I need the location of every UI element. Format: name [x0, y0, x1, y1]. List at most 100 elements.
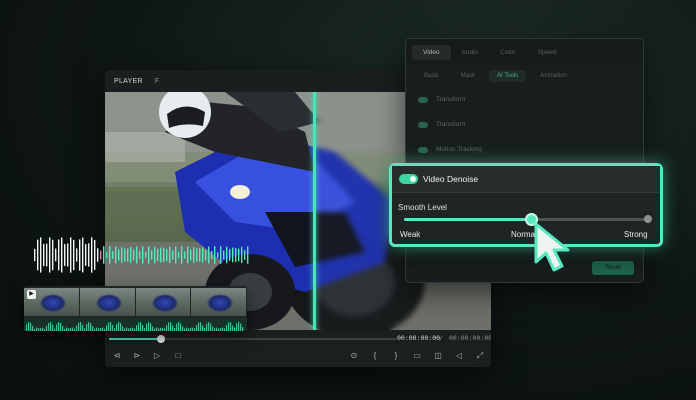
audio-track-bar	[140, 322, 142, 331]
mouse-pointer-icon	[534, 222, 570, 272]
denoise-toggle[interactable]	[399, 174, 418, 184]
waveform-bar	[136, 246, 138, 264]
audio-track-bar	[54, 328, 56, 331]
audio-track-bar	[98, 328, 100, 331]
audio-track-bar	[176, 323, 178, 331]
volume-icon[interactable]: ◁	[453, 350, 465, 362]
video-denoise-card: Video Denoise Smooth Level Weak Normal S…	[389, 163, 663, 247]
audio-track-bar	[210, 323, 212, 331]
waveform-bar	[193, 246, 195, 264]
audio-track-bar	[78, 322, 80, 331]
waveform-bar	[166, 248, 168, 262]
progress-track[interactable]	[109, 335, 396, 343]
fullscreen-icon[interactable]: ⤢	[474, 350, 486, 362]
waveform-bar	[55, 248, 57, 262]
audio-track-bar	[142, 325, 144, 331]
waveform-bar	[223, 250, 225, 260]
waveform-bar	[46, 243, 48, 267]
audio-track-bar	[88, 321, 90, 331]
timeline-clip[interactable]: ▶	[24, 286, 247, 331]
waveform-bar	[148, 246, 150, 264]
stop-icon[interactable]: □	[172, 350, 184, 362]
audio-track-bar	[200, 322, 202, 331]
waveform-bar	[217, 252, 219, 258]
play-icon[interactable]: ▷	[151, 350, 163, 362]
denoise-header: Video Denoise	[392, 166, 660, 193]
clip-thumbnail	[191, 288, 247, 316]
waveform-bar	[73, 239, 75, 271]
waveform-bar	[139, 251, 141, 259]
audio-track-bar	[154, 328, 156, 331]
waveform-bar	[112, 250, 114, 260]
waveform-bar	[88, 243, 90, 267]
waveform-bar	[196, 248, 198, 262]
audio-track-bar	[164, 328, 166, 331]
waveform-bar	[229, 249, 231, 261]
player-title: PLAYER	[114, 77, 143, 85]
playback-bar: 00:00:00:00 / 00:00:00:00 ⊲ ⊳ ▷ □ ⊙ { } …	[105, 330, 491, 367]
audio-track-bar	[30, 322, 32, 331]
audio-track-bar	[144, 328, 146, 331]
audio-track-bar	[84, 328, 86, 331]
total-time: 00:00:00:00	[449, 334, 491, 342]
waveform-bar	[169, 246, 171, 264]
audio-track-bar	[70, 328, 72, 331]
audio-track-bar	[198, 322, 200, 331]
audio-track-bar	[120, 323, 122, 331]
clip-thumbnail	[135, 288, 192, 316]
step-back-icon[interactable]: ⊲	[111, 350, 123, 362]
play-clip-icon[interactable]: ▶	[27, 290, 36, 299]
audio-track-bar	[112, 324, 114, 331]
audio-track-bar	[86, 324, 88, 331]
audio-track-bar	[76, 325, 78, 331]
level-strong-label: Strong	[624, 230, 648, 239]
progress-handle[interactable]	[156, 335, 165, 343]
audio-track-bar	[56, 324, 58, 331]
waveform-bar	[181, 246, 183, 264]
audio-track-bar	[82, 324, 84, 331]
waveform-bar	[109, 246, 111, 264]
step-forward-icon[interactable]: ⊳	[131, 350, 143, 362]
audio-track-bar	[206, 323, 208, 331]
audio-track-bar	[104, 328, 106, 331]
audio-track-bar	[80, 322, 82, 331]
waveform-bar	[163, 247, 165, 263]
waveform-bar	[85, 244, 87, 266]
audio-track-bar	[110, 322, 112, 331]
mark-in-icon[interactable]: {	[369, 350, 381, 362]
audio-track-bar	[214, 328, 216, 331]
waveform-bar	[40, 237, 42, 273]
waveform-bar	[58, 239, 60, 271]
waveform-bar	[61, 237, 63, 273]
audio-track-bar	[32, 325, 34, 331]
waveform-bar	[97, 248, 99, 262]
waveform-bar	[157, 248, 159, 262]
waveform-bar	[94, 239, 96, 271]
waveform-bar	[232, 247, 234, 263]
audio-track-bar	[230, 322, 232, 331]
audio-track-bar	[220, 327, 222, 331]
audio-track-bar	[186, 327, 188, 331]
audio-track-bar	[196, 325, 198, 331]
audio-track-bar	[202, 325, 204, 331]
current-time: 00:00:00:00	[397, 334, 441, 342]
waveform-bar	[211, 250, 213, 260]
audio-track-bar	[138, 322, 140, 331]
mark-out-icon[interactable]: }	[390, 350, 402, 362]
audio-track-bar	[204, 327, 206, 331]
snapshot-icon[interactable]: ◫	[432, 350, 444, 362]
monitor-icon[interactable]: ▭	[411, 350, 423, 362]
settings-icon[interactable]: ⊙	[348, 350, 360, 362]
smooth-level-slider[interactable]	[404, 213, 652, 226]
compare-split-handle[interactable]	[313, 92, 316, 330]
waveform-bar	[37, 239, 39, 271]
audio-track-bar	[180, 323, 182, 331]
waveform-bar	[220, 246, 222, 264]
waveform-bar	[142, 246, 144, 264]
audio-track-bar	[216, 327, 218, 331]
audio-track-bar	[26, 324, 28, 331]
audio-track-bar	[222, 327, 224, 331]
waveform-bar	[133, 249, 135, 261]
audio-track-bar	[58, 322, 60, 331]
waveform-bar	[247, 246, 249, 264]
